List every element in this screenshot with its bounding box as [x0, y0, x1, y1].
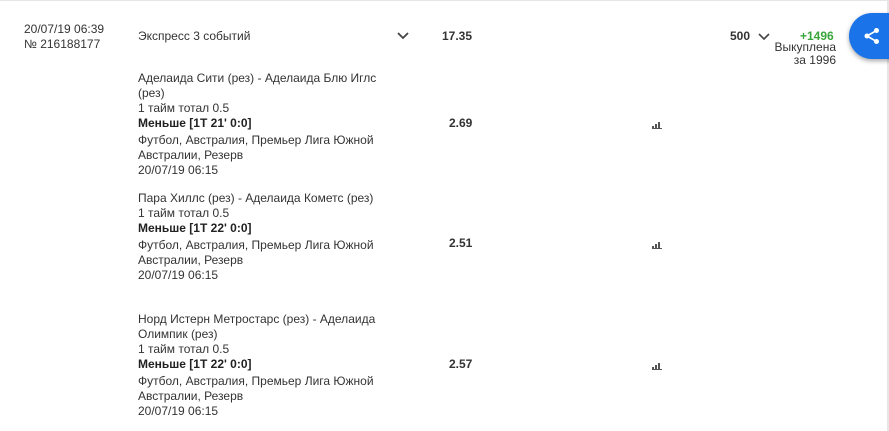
event-market: 1 тайм тотал 0.5: [138, 342, 230, 356]
event-time: 20/07/19 06:15: [138, 268, 219, 282]
event-league: Футбол, Австралия, Премьер Лига Южной Ав…: [138, 133, 374, 162]
event-teams: Аделаида Сити (рез) - Аделаида Блю Иглс …: [138, 71, 377, 100]
event-teams: Пара Хиллс (рез) - Аделаида Кометс (рез): [138, 191, 374, 205]
event-odds: 2.57: [449, 357, 473, 371]
event-time: 20/07/19 06:15: [138, 404, 219, 418]
event-league: Футбол, Австралия, Премьер Лига Южной Ав…: [138, 374, 374, 403]
event-market: 1 тайм тотал 0.5: [138, 206, 230, 220]
bar-chart-icon[interactable]: [652, 120, 662, 129]
cashout-amount: за 1996: [793, 53, 836, 67]
stake-amount: 500: [730, 29, 751, 43]
event-pick: Меньше [1T 21' 0:0]: [138, 116, 252, 130]
event-pick: Меньше [1T 22' 0:0]: [138, 221, 252, 235]
event-item: Аделаида Сити (рез) - Аделаида Блю Иглс …: [138, 71, 378, 178]
chevron-down-icon[interactable]: [758, 32, 770, 41]
top-divider: [0, 0, 889, 1]
share-button[interactable]: [849, 13, 889, 59]
bet-number: № 216188177: [24, 37, 101, 51]
bar-chart-icon[interactable]: [652, 361, 662, 370]
total-odds: 17.35: [442, 29, 473, 43]
bar-chart-icon[interactable]: [652, 240, 662, 249]
event-market: 1 тайм тотал 0.5: [138, 101, 230, 115]
event-item: Пара Хиллс (рез) - Аделаида Кометс (рез)…: [138, 191, 378, 283]
event-teams: Норд Истерн Метростарс (рез) - Аделаида …: [138, 312, 376, 341]
cashout-status: Выкуплена за 1996: [769, 41, 837, 67]
bet-title: Экспресс 3 событий: [138, 29, 251, 43]
event-odds: 2.51: [449, 236, 473, 250]
event-item: Норд Истерн Метростарс (рез) - Аделаида …: [138, 312, 378, 419]
event-league: Футбол, Австралия, Премьер Лига Южной Ав…: [138, 238, 374, 267]
bet-date: 20/07/19 06:39: [24, 22, 105, 36]
chevron-down-icon[interactable]: [396, 31, 410, 41]
event-odds: 2.69: [449, 116, 473, 130]
event-time: 20/07/19 06:15: [138, 163, 219, 177]
event-pick: Меньше [1T 22' 0:0]: [138, 357, 252, 371]
share-icon: [864, 28, 879, 44]
